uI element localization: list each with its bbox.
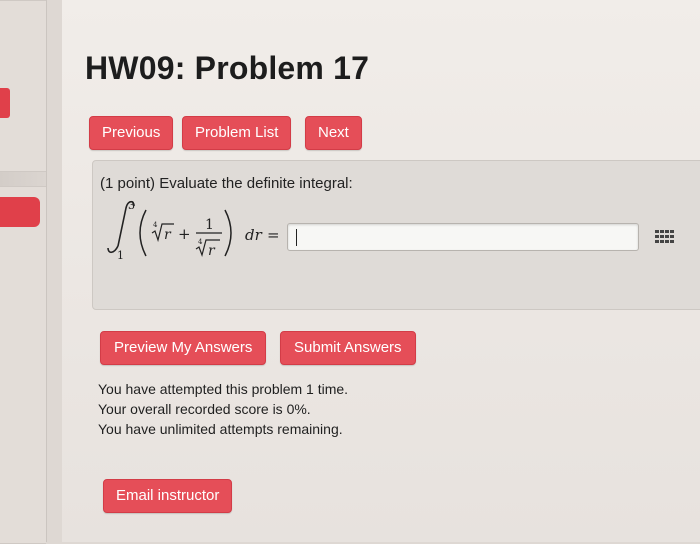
submit-answers-button[interactable]: Submit Answers <box>280 331 416 365</box>
left-paren <box>139 209 147 257</box>
remaining-text: You have unlimited attempts remaining. <box>98 421 343 437</box>
sidebar-band-bottom <box>0 186 46 544</box>
text-caret <box>296 229 297 246</box>
radicand-2: r <box>208 243 216 259</box>
problem-prompt: (1 point) Evaluate the definite integral… <box>100 175 353 192</box>
fraction-numerator: 1 <box>205 217 214 233</box>
lower-limit: 1 <box>117 249 124 262</box>
plus-sign: + <box>178 225 191 243</box>
root-index-1: 4 <box>153 221 158 229</box>
problem-list-button[interactable]: Problem List <box>182 116 292 150</box>
email-instructor-button[interactable]: Email instructor <box>103 479 233 513</box>
grid-icon[interactable] <box>655 230 675 244</box>
sidebar-active-item[interactable] <box>0 88 10 118</box>
integral-expression: 3 1 4 r + 1 4 r dr = <box>107 199 280 262</box>
next-button[interactable]: Next <box>305 116 362 150</box>
root-index-2: 4 <box>198 238 203 246</box>
answer-input[interactable] <box>287 223 639 251</box>
right-paren <box>224 209 232 257</box>
previous-button[interactable]: Previous <box>89 116 174 150</box>
left-sidebar <box>0 0 47 544</box>
sidebar-band-top <box>0 0 46 172</box>
upper-limit: 3 <box>128 199 135 212</box>
sidebar-highlight-item[interactable] <box>0 197 40 227</box>
equals-sign: = <box>267 226 280 244</box>
attempts-text: You have attempted this problem 1 time. <box>98 381 349 397</box>
preview-answers-button[interactable]: Preview My Answers <box>100 331 267 365</box>
score-text: Your overall recorded score is 0%. <box>98 401 311 417</box>
differential: dr <box>245 226 263 244</box>
radicand-1: r <box>164 227 172 243</box>
page-title: HW09: Problem 17 <box>85 50 370 86</box>
attempt-status: You have attempted this problem 1 time. … <box>98 379 348 439</box>
